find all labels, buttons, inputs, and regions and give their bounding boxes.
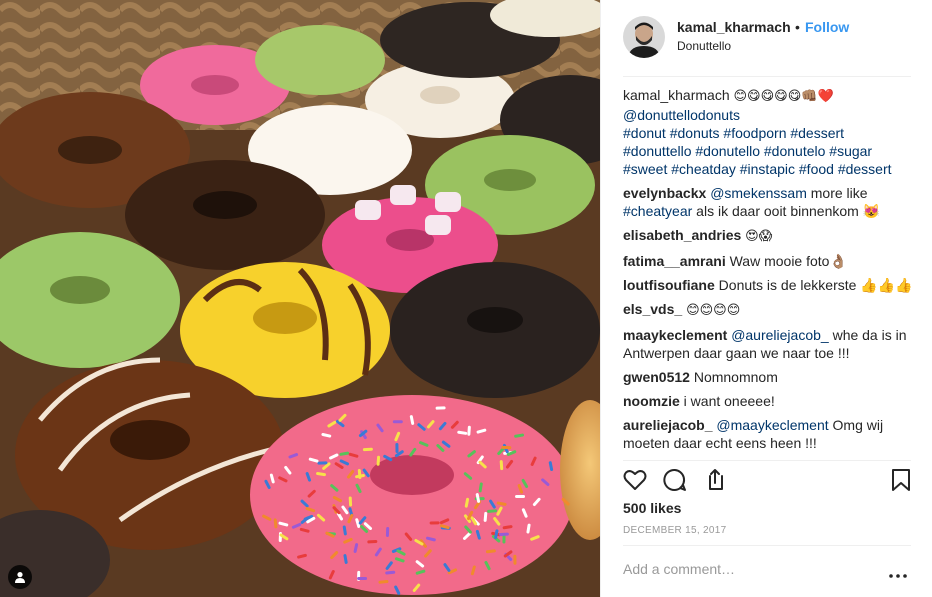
add-comment-input[interactable] <box>623 561 883 577</box>
comment-item: elisabeth_andries 😍😱 <box>623 226 913 246</box>
comment-username[interactable]: els_vds_ <box>623 301 682 317</box>
comment-icon[interactable] <box>661 466 689 494</box>
comment-text: 😍😱 <box>745 229 773 244</box>
sprinkle <box>317 461 328 465</box>
post-header: kamal_kharmach • Follow Donuttello <box>601 0 932 76</box>
comment-item: evelynbackx @smekenssam more like #cheat… <box>623 184 913 220</box>
tagged-users-button[interactable] <box>8 565 32 589</box>
profile-picture <box>623 16 665 58</box>
caption-mention[interactable]: @donuttellodonuts <box>623 106 913 124</box>
caption-hashtags[interactable]: #donuttello #donutello #donutelo #sugar <box>623 142 913 160</box>
post-date[interactable]: DECEMBER 15, 2017 <box>623 525 726 536</box>
comment-username[interactable]: loutfisoufiane <box>623 277 715 293</box>
comment-text: als ik daar ooit binnenkom 😻 <box>692 203 881 219</box>
comment-divider <box>623 545 911 546</box>
comment-item: els_vds_ 😊😊😊😊 <box>623 300 913 320</box>
action-bar <box>601 460 932 500</box>
comment-item: maaykeclement @aureliejacob_ whe da is i… <box>623 326 913 362</box>
donuts-image <box>0 0 600 597</box>
comment-text: Donuts is de lekkerste 👍👍👍 <box>718 277 913 293</box>
sprinkle <box>501 445 512 450</box>
more-icon <box>889 574 907 578</box>
caption-hashtags[interactable]: #sweet #cheatday #instapic #food #desser… <box>623 160 913 178</box>
sprinkle <box>357 576 368 580</box>
sprinkle <box>367 540 378 544</box>
comment-username[interactable]: gwen0512 <box>623 369 690 385</box>
caption-hashtags[interactable]: #donut #donuts #foodporn #dessert <box>623 124 913 142</box>
comment-item: noomzie i want oneeee! <box>623 392 913 410</box>
heart-icon[interactable] <box>621 466 649 494</box>
sprinkle <box>395 443 399 454</box>
comment-username[interactable]: elisabeth_andries <box>623 227 741 243</box>
comment-text: 😊😊😊😊 <box>686 303 741 318</box>
post-sidebar: kamal_kharmach • Follow Donuttello kamal… <box>600 0 932 597</box>
comment-username[interactable]: noomzie <box>623 393 680 409</box>
comment-text: Waw mooie foto👌🏽 <box>729 253 847 269</box>
user-icon <box>15 572 25 583</box>
comments-list[interactable]: kamal_kharmach 😊😋😋😋😋👊🏽❤️ @donuttellodonu… <box>623 86 913 459</box>
post-username[interactable]: kamal_kharmach <box>677 19 791 35</box>
comment-item: gwen0512 Nomnomnom <box>623 368 913 386</box>
comment-username[interactable]: fatima__amrani <box>623 253 726 269</box>
header-divider <box>623 76 911 77</box>
sprinkle <box>348 496 353 507</box>
sprinkle <box>385 526 390 537</box>
sprinkle <box>515 495 526 499</box>
instagram-post: (function(){ // sprinkles on front donut… <box>0 0 932 597</box>
comment-username[interactable]: aureliejacob_ <box>623 417 713 433</box>
comment-mention[interactable]: @maaykeclement <box>716 417 828 433</box>
sprinkle <box>498 532 509 536</box>
comment-mention[interactable]: @aureliejacob_ <box>731 327 829 343</box>
sprinkle <box>392 420 403 424</box>
share-icon[interactable] <box>701 466 729 494</box>
sprinkle <box>429 521 440 525</box>
sprinkle <box>513 554 517 565</box>
sprinkle <box>362 447 373 452</box>
post-caption: kamal_kharmach 😊😋😋😋😋👊🏽❤️ @donuttellodonu… <box>623 86 913 178</box>
comment-hashtag[interactable]: #cheatyear <box>623 203 692 219</box>
caption-emoji: 😊😋😋😋😋👊🏽❤️ <box>733 89 834 104</box>
sprinkle <box>435 406 446 410</box>
more-options-button[interactable]: ••• <box>888 566 908 582</box>
avatar[interactable] <box>623 16 665 58</box>
location-link[interactable]: Donuttello <box>677 39 731 53</box>
comment-item: loutfisoufiane Donuts is de lekkerste 👍👍… <box>623 276 913 294</box>
comment-text: more like <box>806 185 868 201</box>
separator-dot: • <box>795 19 800 35</box>
bookmark-icon[interactable] <box>887 466 915 494</box>
comment-username[interactable]: maaykeclement <box>623 327 727 343</box>
comment-text: i want oneeee! <box>683 393 775 409</box>
likes-count[interactable]: 500 likes <box>623 500 681 516</box>
comment-mention[interactable]: @smekenssam <box>710 185 807 201</box>
comment-username[interactable]: evelynbackx <box>623 185 706 201</box>
caption-username[interactable]: kamal_kharmach <box>623 87 730 103</box>
comment-text: Nomnomnom <box>693 369 778 385</box>
comment-item: aureliejacob_ @maaykeclement Omg wij moe… <box>623 416 913 452</box>
post-photo[interactable]: (function(){ // sprinkles on front donut… <box>0 0 600 597</box>
comment-item: fatima__amrani Waw mooie foto👌🏽 <box>623 252 913 270</box>
follow-button[interactable]: Follow <box>805 19 849 35</box>
